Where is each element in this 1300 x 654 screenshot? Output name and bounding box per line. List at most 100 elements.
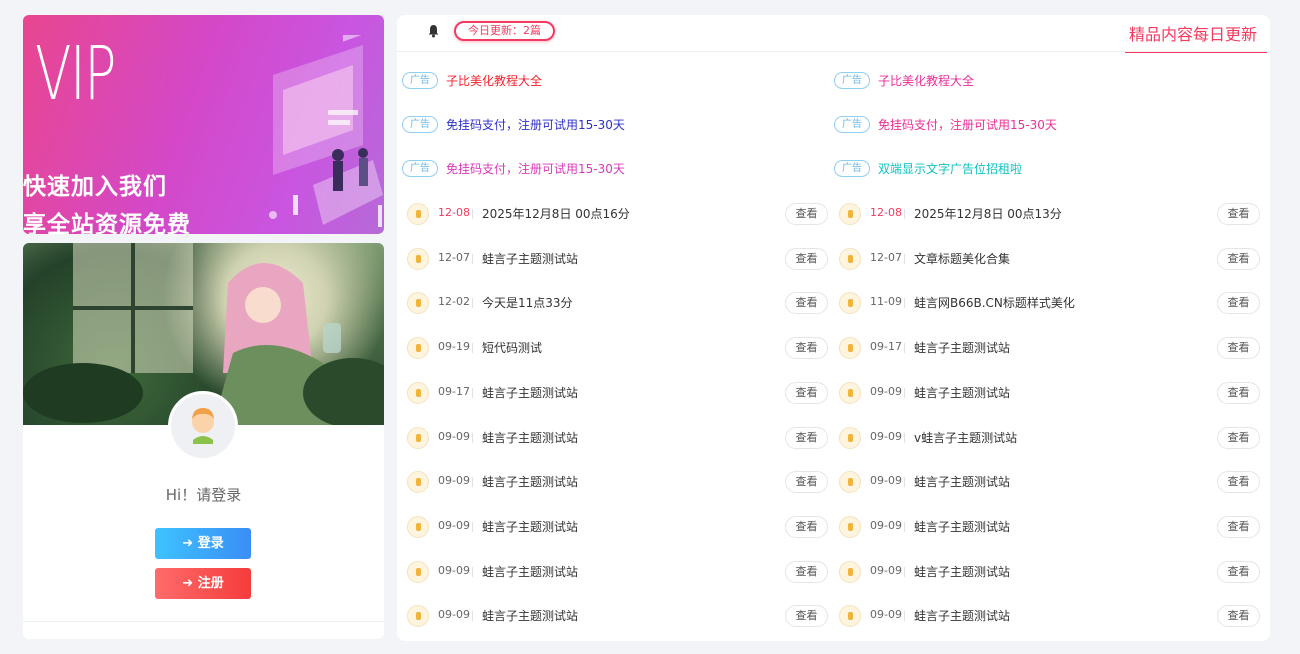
post-title[interactable]: 蛙言子主题测试站	[914, 384, 1010, 401]
header-divider	[397, 51, 1270, 52]
post-date: 12-08	[870, 206, 902, 219]
hourglass-icon	[407, 337, 429, 360]
list-item[interactable]: 09-09 蛙言子主题测试站 查看	[829, 469, 1260, 495]
post-date: 11-09	[870, 295, 902, 309]
post-date: 12-02	[438, 295, 470, 309]
post-title[interactable]: 蛙言子主题测试站	[482, 429, 578, 446]
list-item[interactable]: 12-07 文章标题美化合集 查看	[829, 246, 1260, 272]
hourglass-icon	[407, 560, 429, 583]
list-item[interactable]: 09-09 蛙言子主题测试站 查看	[397, 559, 828, 585]
post-title[interactable]: 蛙言子主题测试站	[482, 607, 578, 624]
hourglass-icon	[839, 515, 861, 538]
ad-link[interactable]: 广告 子比美化教程大全	[834, 70, 974, 90]
list-item[interactable]: 09-09 蛙言子主题测试站 查看	[829, 380, 1260, 406]
list-item[interactable]: 09-09 蛙言子主题测试站 查看	[397, 469, 828, 495]
view-button[interactable]: 查看	[1217, 292, 1260, 315]
content-panel: 今日更新：2篇 精品内容每日更新 广告 子比美化教程大全 广告 子比美化教程大全 广告免…	[397, 15, 1270, 641]
list-item[interactable]: 12-07 蛙言子主题测试站 查看	[397, 246, 828, 272]
post-date: 09-09	[870, 518, 902, 532]
view-button[interactable]: 查看	[1217, 337, 1260, 360]
view-button[interactable]: 查看	[785, 515, 828, 538]
post-title[interactable]: 蛙言子主题测试站	[482, 250, 578, 267]
register-button[interactable]: ➜ 注册	[155, 568, 251, 599]
login-button[interactable]: ➜ 登录	[155, 528, 251, 559]
view-button[interactable]: 查看	[785, 560, 828, 583]
view-button[interactable]: 查看	[1217, 515, 1260, 538]
list-item[interactable]: 09-09 蛙言子主题测试站 查看	[829, 603, 1260, 629]
list-item[interactable]: 11-09 蛙言网B66B.CN标题样式美化 查看	[829, 290, 1260, 316]
post-title[interactable]: 蛙言网B66B.CN标题样式美化	[914, 294, 1075, 311]
list-item[interactable]: 12-08 2025年12月8日 00点16分 查看	[397, 201, 828, 227]
list-item[interactable]: 09-17 蛙言子主题测试站 查看	[397, 380, 828, 406]
list-item[interactable]: 09-09 蛙言子主题测试站 查看	[829, 514, 1260, 540]
vip-banner[interactable]: VIP 快速加入我们 享全站资源免费	[23, 15, 384, 234]
post-title[interactable]: 文章标题美化合集	[914, 250, 1010, 267]
post-date: 09-09	[870, 474, 902, 488]
bell-icon	[428, 25, 439, 38]
login-greeting: Hi！请登录	[165, 486, 242, 504]
view-button[interactable]: 查看	[1217, 560, 1260, 583]
list-item[interactable]: 09-09 蛙言子主题测试站 查看	[397, 514, 828, 540]
vip-slogan-2: 享全站资源免费	[23, 212, 191, 234]
post-title[interactable]: 2025年12月8日 00点16分	[482, 205, 630, 222]
post-title[interactable]: 蛙言子主题测试站	[914, 339, 1010, 356]
post-title[interactable]: 蛙言子主题测试站	[482, 518, 578, 535]
post-title[interactable]: 蛙言子主题测试站	[914, 518, 1010, 535]
view-button[interactable]: 查看	[785, 292, 828, 315]
divider	[904, 253, 905, 264]
view-button[interactable]: 查看	[785, 381, 828, 404]
ad-link[interactable]: 广告 子比美化教程大全	[402, 70, 542, 90]
post-date: 09-09	[438, 518, 470, 532]
list-item[interactable]: 09-09 v蛙言子主题测试站 查看	[829, 425, 1260, 451]
list-item[interactable]: 09-09 蛙言子主题测试站 查看	[829, 559, 1260, 585]
view-button[interactable]: 查看	[1217, 381, 1260, 404]
post-title[interactable]: 蛙言子主题测试站	[914, 563, 1010, 580]
post-title[interactable]: v蛙言子主题测试站	[914, 429, 1017, 446]
post-title[interactable]: 蛙言子主题测试站	[482, 473, 578, 490]
list-item[interactable]: 09-17 蛙言子主题测试站 查看	[829, 335, 1260, 361]
ad-link[interactable]: 广告 免挂码支付，注册可试用15-30天	[402, 114, 625, 134]
tab-daily-update[interactable]: 精品内容每日更新	[1129, 21, 1257, 45]
list-item[interactable]: 12-02 今天是11点33分 查看	[397, 290, 828, 316]
ad-link[interactable]: 广告 双端显示文字广告位招租啦	[834, 158, 1022, 178]
ad-text: 免挂码支付，注册可试用15-30天	[446, 161, 625, 176]
view-button[interactable]: 查看	[785, 337, 828, 360]
ad-tag: 广告	[402, 159, 438, 177]
hourglass-icon	[407, 426, 429, 449]
view-button[interactable]: 查看	[1217, 203, 1260, 225]
post-title[interactable]: 蛙言子主题测试站	[914, 607, 1010, 624]
divider	[472, 477, 473, 488]
post-title[interactable]: 2025年12月8日 00点13分	[914, 205, 1062, 222]
view-button[interactable]: 查看	[1217, 247, 1260, 270]
ad-link[interactable]: 广告 免挂码支付，注册可试用15-30天	[834, 114, 1057, 134]
view-button[interactable]: 查看	[785, 471, 828, 494]
ad-text: 免挂码支付，注册可试用15-30天	[878, 117, 1057, 132]
view-button[interactable]: 查看	[785, 426, 828, 449]
list-item[interactable]: 09-19 短代码测试 查看	[397, 335, 828, 361]
ad-link[interactable]: 广告 免挂码支付，注册可试用15-30天	[402, 158, 625, 178]
post-title[interactable]: 蛙言子主题测试站	[482, 384, 578, 401]
view-button[interactable]: 查看	[785, 247, 828, 270]
post-title[interactable]: 今天是11点33分	[482, 294, 573, 311]
post-date: 12-07	[870, 250, 902, 264]
post-date: 09-09	[870, 608, 902, 622]
view-button[interactable]: 查看	[785, 605, 828, 628]
view-button[interactable]: 查看	[1217, 605, 1260, 628]
view-button[interactable]: 查看	[1217, 471, 1260, 494]
post-date: 09-09	[870, 384, 902, 398]
hourglass-icon	[407, 292, 429, 315]
post-title[interactable]: 短代码测试	[482, 339, 542, 356]
list-item[interactable]: 12-08 2025年12月8日 00点13分 查看	[829, 201, 1260, 227]
view-button[interactable]: 查看	[1217, 426, 1260, 449]
post-date: 12-08	[438, 206, 470, 219]
post-title[interactable]: 蛙言子主题测试站	[914, 473, 1010, 490]
view-button[interactable]: 查看	[785, 203, 828, 225]
post-title[interactable]: 蛙言子主题测试站	[482, 563, 578, 580]
hourglass-icon	[407, 515, 429, 538]
list-item[interactable]: 09-09 蛙言子主题测试站 查看	[397, 425, 828, 451]
list-item[interactable]: 09-09 蛙言子主题测试站 查看	[397, 603, 828, 629]
divider	[904, 343, 905, 354]
divider	[472, 521, 473, 532]
hourglass-icon	[407, 247, 429, 270]
avatar[interactable]	[168, 391, 238, 461]
